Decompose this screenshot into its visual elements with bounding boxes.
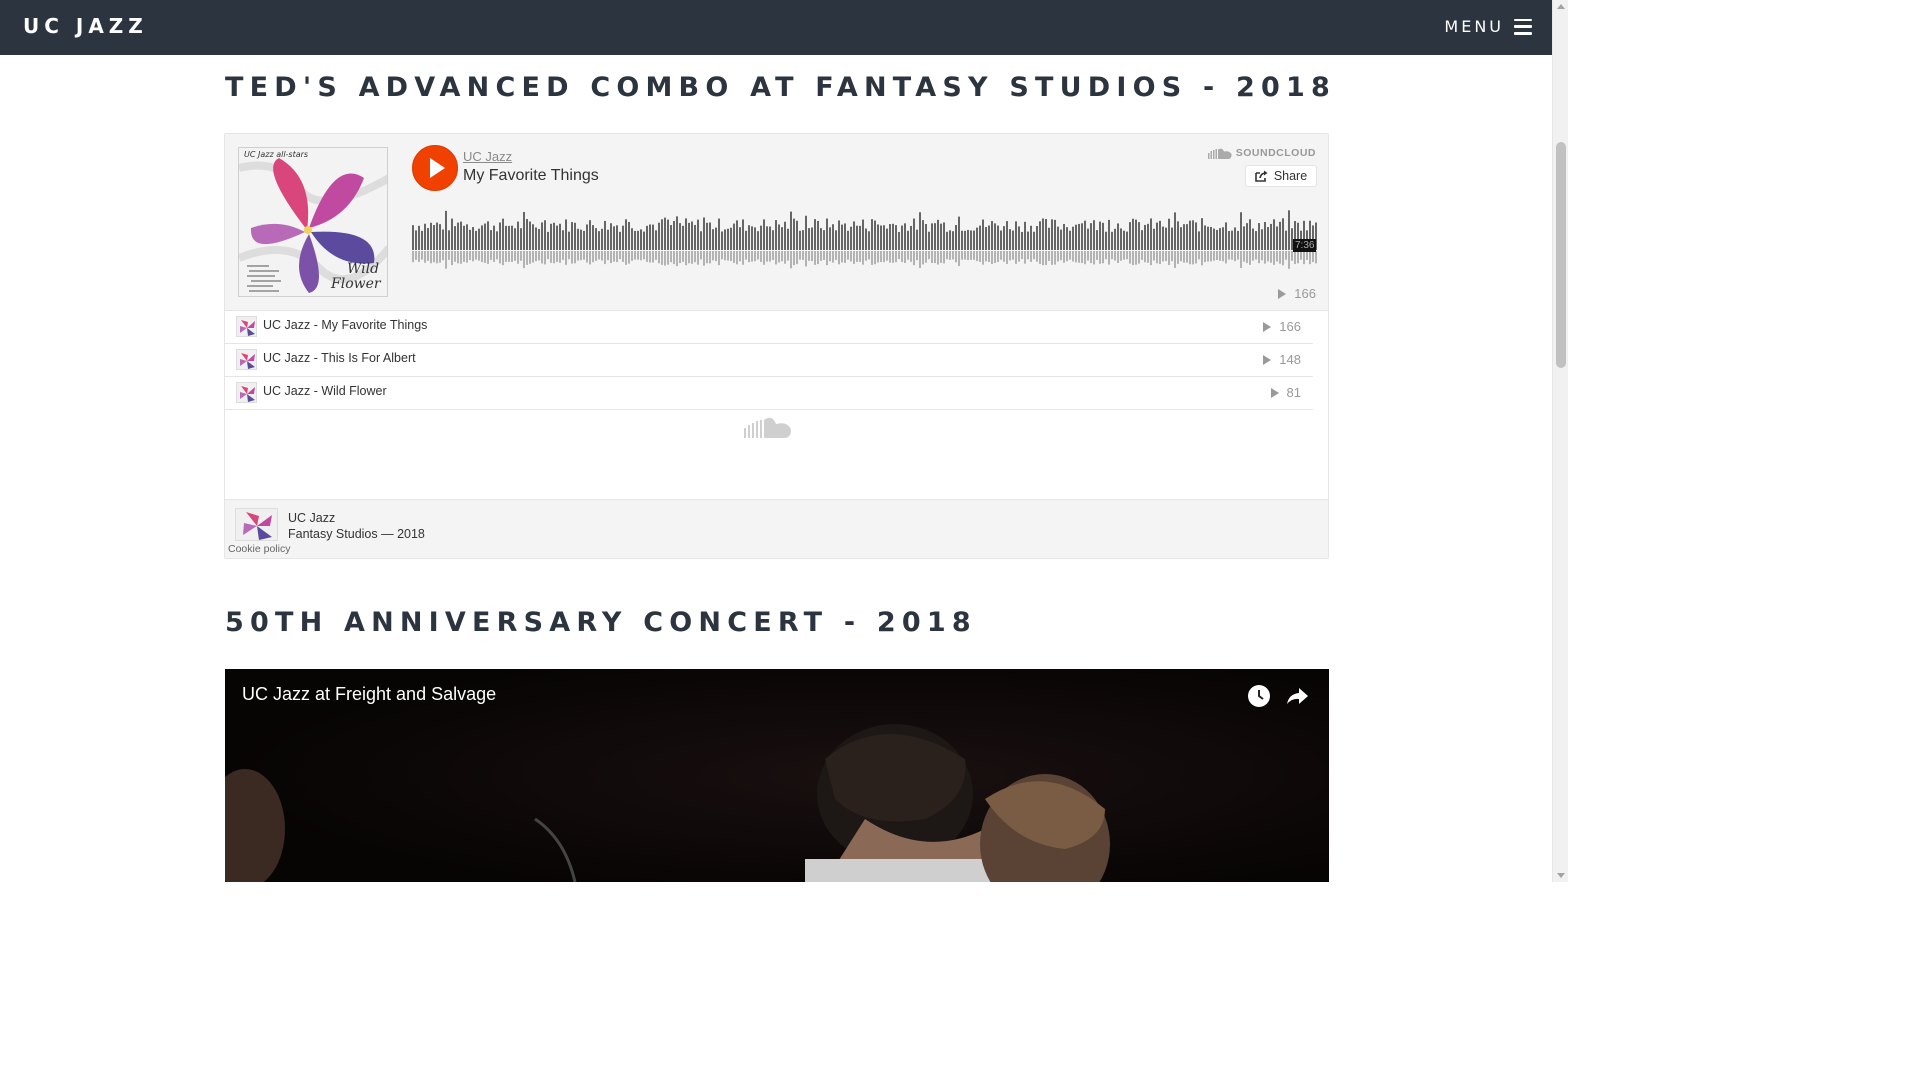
menu-button[interactable]: MENU	[1444, 17, 1532, 36]
soundcloud-logo-icon	[1207, 148, 1232, 159]
menu-label: MENU	[1444, 17, 1504, 36]
track-title: UC Jazz - Wild Flower	[263, 384, 387, 398]
track-title: UC Jazz - This Is For Albert	[263, 351, 416, 365]
track-list: UC Jazz - My Favorite Things 166 UC Jazz…	[225, 310, 1328, 500]
page-scrollbar[interactable]	[1552, 0, 1568, 882]
track-plays-value: 166	[1279, 319, 1301, 334]
share-icon	[1255, 170, 1268, 182]
track-plays-value: 81	[1286, 385, 1301, 400]
footer-set-title[interactable]: Fantasy Studios — 2018	[288, 527, 425, 541]
footer-user-link[interactable]: UC Jazz	[288, 511, 335, 525]
youtube-video-player[interactable]: UC Jazz at Freight and Salvage	[225, 669, 1329, 882]
track-row[interactable]: UC Jazz - My Favorite Things 166	[225, 311, 1313, 344]
clock-icon[interactable]	[1246, 683, 1272, 709]
soundcloud-player: UC Jazz all-stars Wild Flower UC Jazz My…	[224, 133, 1329, 559]
track-artist-link[interactable]: UC Jazz	[463, 149, 512, 164]
section-title-fantasy-studios: TED'S ADVANCED COMBO AT FANTASY STUDIOS …	[225, 72, 1336, 103]
scroll-thumb[interactable]	[1556, 142, 1566, 368]
album-artwork[interactable]: UC Jazz all-stars Wild Flower	[238, 147, 388, 297]
track-plays: 148	[1263, 352, 1301, 367]
player-footer: UC Jazz Fantasy Studios — 2018 Cookie po…	[225, 500, 1328, 558]
play-count-value: 166	[1294, 286, 1316, 301]
play-count-icon	[1263, 321, 1272, 332]
soundcloud-logo[interactable]: SOUNDCLOUD	[1207, 147, 1316, 159]
video-title[interactable]: UC Jazz at Freight and Salvage	[242, 684, 496, 705]
track-thumbnail	[236, 382, 257, 403]
soundcloud-logo-text: SOUNDCLOUD	[1235, 147, 1316, 159]
artwork-top-text: UC Jazz all-stars	[244, 150, 308, 159]
track-row[interactable]: UC Jazz - Wild Flower 81	[225, 377, 1313, 410]
play-button[interactable]	[412, 145, 458, 191]
play-count-icon	[1278, 288, 1287, 299]
player-header: UC Jazz all-stars Wild Flower UC Jazz My…	[225, 134, 1328, 310]
track-row[interactable]: UC Jazz - This Is For Albert 148	[225, 344, 1313, 377]
share-arrow-icon[interactable]	[1284, 683, 1310, 709]
cookie-policy-link[interactable]: Cookie policy	[228, 543, 290, 555]
track-duration: 7:36	[1293, 239, 1317, 252]
top-navbar: UC JAZZ MENU	[0, 0, 1552, 55]
scroll-up-arrow[interactable]	[1557, 4, 1565, 9]
share-button[interactable]: Share	[1245, 165, 1317, 187]
hamburger-icon	[1514, 18, 1532, 35]
set-thumbnail[interactable]	[235, 508, 278, 541]
play-count-icon	[1270, 387, 1279, 398]
scroll-down-arrow[interactable]	[1557, 873, 1565, 878]
site-brand[interactable]: UC JAZZ	[23, 14, 148, 38]
waveform[interactable]	[412, 206, 1318, 274]
section-title-anniversary-concert: 50TH ANNIVERSARY CONCERT - 2018	[225, 607, 977, 638]
track-thumbnail	[236, 316, 257, 337]
track-plays-value: 148	[1279, 352, 1301, 367]
soundcloud-loading-icon	[744, 417, 791, 438]
share-label: Share	[1273, 169, 1308, 183]
artwork-title-1: Wild	[347, 261, 379, 277]
track-plays: 81	[1270, 385, 1301, 400]
track-thumbnail	[236, 349, 257, 370]
track-title: UC Jazz - My Favorite Things	[263, 318, 428, 332]
current-track-title[interactable]: My Favorite Things	[463, 167, 599, 185]
track-plays: 166	[1263, 319, 1301, 334]
play-count-icon	[1263, 354, 1272, 365]
artwork-title-2: Flower	[330, 276, 382, 292]
track-play-count: 166	[1278, 286, 1316, 301]
